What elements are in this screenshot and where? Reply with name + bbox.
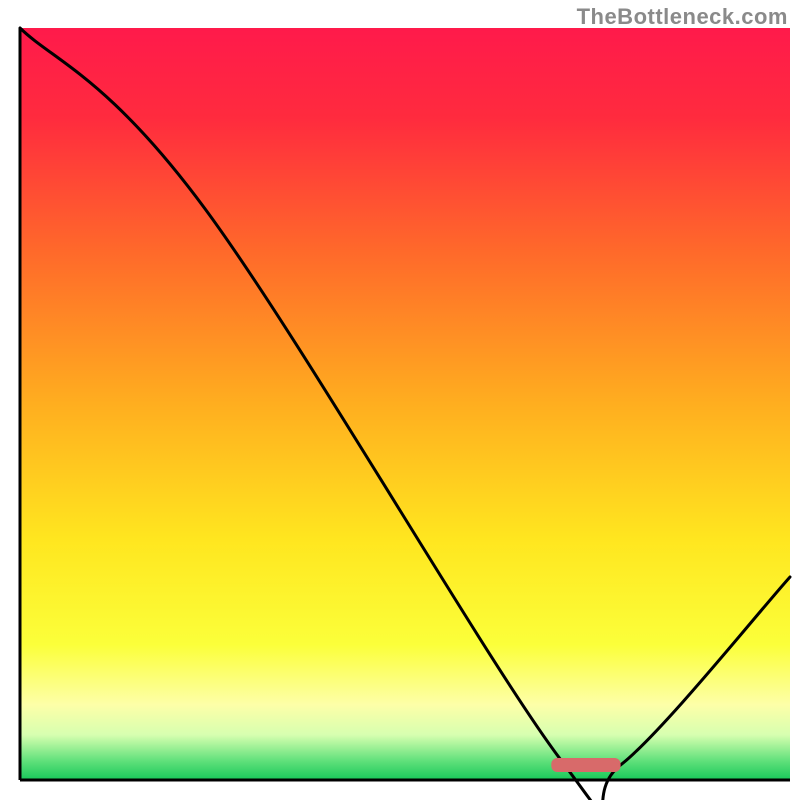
target-range-marker: [551, 758, 620, 772]
watermark-text: TheBottleneck.com: [577, 4, 788, 30]
chart-container: TheBottleneck.com: [0, 0, 800, 800]
plot-background: [20, 28, 790, 780]
bottleneck-chart: [0, 0, 800, 800]
